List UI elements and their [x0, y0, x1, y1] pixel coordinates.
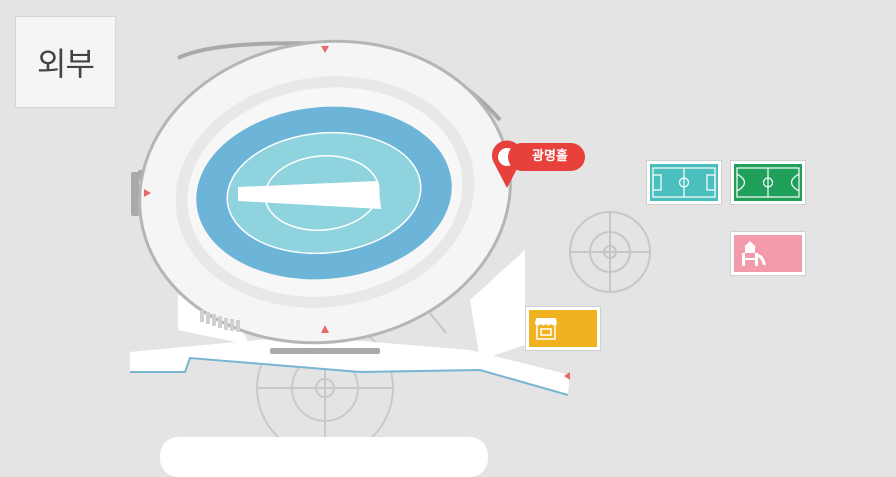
- south-gate: [270, 348, 380, 354]
- bottom-info-panel: [160, 437, 488, 477]
- stadium-map: [130, 39, 651, 457]
- ramp-line: [429, 312, 447, 334]
- store-poi[interactable]: [526, 307, 600, 350]
- soccer-field-icon: [652, 167, 716, 198]
- west-gate: [131, 172, 139, 216]
- location-label[interactable]: 광명홀: [508, 143, 585, 171]
- soccer-field-icon: [736, 167, 800, 198]
- playground-icon: [742, 241, 766, 266]
- playground-poi[interactable]: [731, 232, 805, 275]
- store-icon: [535, 318, 557, 340]
- ground-emblem-right: [569, 211, 651, 293]
- soccer-field-poi-1[interactable]: [647, 161, 721, 204]
- soccer-field-poi-2[interactable]: [731, 161, 805, 204]
